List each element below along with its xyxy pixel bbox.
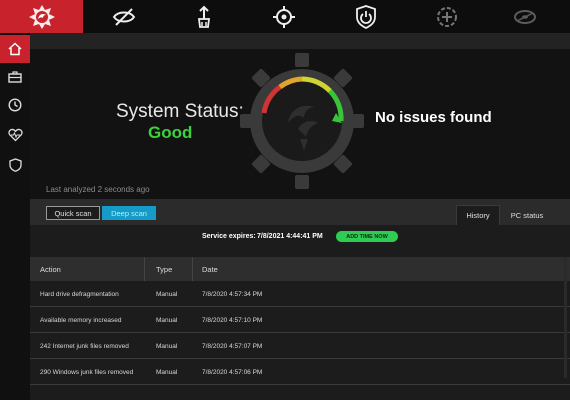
optimize-icon[interactable] — [427, 0, 467, 33]
quick-scan-button[interactable]: Quick scan — [46, 206, 100, 220]
column-header-date[interactable]: Date — [202, 257, 218, 281]
table-row[interactable]: 290 Windows junk files removed Manual 7/… — [30, 359, 570, 385]
add-time-button[interactable]: ADD TIME NOW — [336, 231, 398, 242]
target-icon[interactable] — [264, 0, 304, 33]
table-row[interactable]: 242 Internet junk files removed Manual 7… — [30, 333, 570, 359]
cell-date: 7/8/2020 4:57:34 PM — [202, 290, 263, 298]
system-status-value: Good — [148, 123, 193, 142]
cell-type: Manual — [156, 290, 178, 298]
cell-action: Hard drive defragmentation — [40, 290, 119, 298]
header-strip — [30, 33, 570, 49]
sidebar-item-protection[interactable] — [0, 151, 30, 179]
main-panel: System Status: Good No issues found Last… — [30, 33, 570, 400]
sidebar-item-history[interactable] — [0, 91, 30, 119]
cell-date: 7/8/2020 4:57:07 PM — [202, 342, 263, 350]
power-icon[interactable] — [346, 0, 386, 33]
toolbox-icon — [8, 71, 22, 83]
phoenix-logo-icon — [28, 4, 55, 29]
privacy-icon[interactable] — [104, 0, 144, 33]
system-status-label: System Status: — [116, 101, 244, 122]
no-issues-message: No issues found — [375, 109, 492, 126]
sidebar-item-toolbox[interactable] — [0, 63, 30, 91]
cell-action: 290 Windows junk files removed — [40, 368, 134, 376]
clock-icon — [8, 98, 22, 112]
disk-icon[interactable] — [505, 0, 545, 33]
cell-type: Manual — [156, 342, 178, 350]
table-header: Action Type Date — [30, 257, 570, 281]
top-toolbar — [0, 0, 570, 33]
deep-scan-button[interactable]: Deep scan — [102, 206, 156, 220]
heart-icon — [7, 128, 23, 142]
service-expires-date: 7/8/2021 4:44:41 PM — [257, 233, 323, 240]
last-analyzed-text: Last analyzed 2 seconds ago — [46, 185, 150, 194]
column-divider[interactable] — [144, 257, 145, 281]
column-divider[interactable] — [192, 257, 193, 281]
home-icon — [8, 42, 22, 56]
cleanup-icon[interactable] — [184, 0, 224, 33]
shield-icon — [8, 158, 22, 172]
service-expires-label: Service expires: — [202, 233, 256, 240]
sidebar — [0, 33, 30, 400]
status-gauge — [240, 53, 364, 189]
table-row[interactable]: Available memory increased Manual 7/8/20… — [30, 307, 570, 333]
column-header-action[interactable]: Action — [40, 257, 61, 281]
tab-pc-status[interactable]: PC status — [502, 205, 552, 225]
table-row[interactable]: Hard drive defragmentation Manual 7/8/20… — [30, 281, 570, 307]
cell-action: Available memory increased — [40, 316, 122, 324]
cell-date: 7/8/2020 4:57:06 PM — [202, 368, 263, 376]
cell-type: Manual — [156, 316, 178, 324]
cell-action: 242 Internet junk files removed — [40, 342, 129, 350]
cell-date: 7/8/2020 4:57:10 PM — [202, 316, 263, 324]
sidebar-item-home[interactable] — [0, 35, 30, 63]
sidebar-item-health[interactable] — [0, 121, 30, 149]
tab-history[interactable]: History — [456, 205, 500, 225]
phoenix-logo[interactable] — [0, 0, 83, 33]
cell-type: Manual — [156, 368, 178, 376]
table-scrollbar[interactable] — [564, 258, 567, 378]
column-header-type[interactable]: Type — [156, 257, 172, 281]
